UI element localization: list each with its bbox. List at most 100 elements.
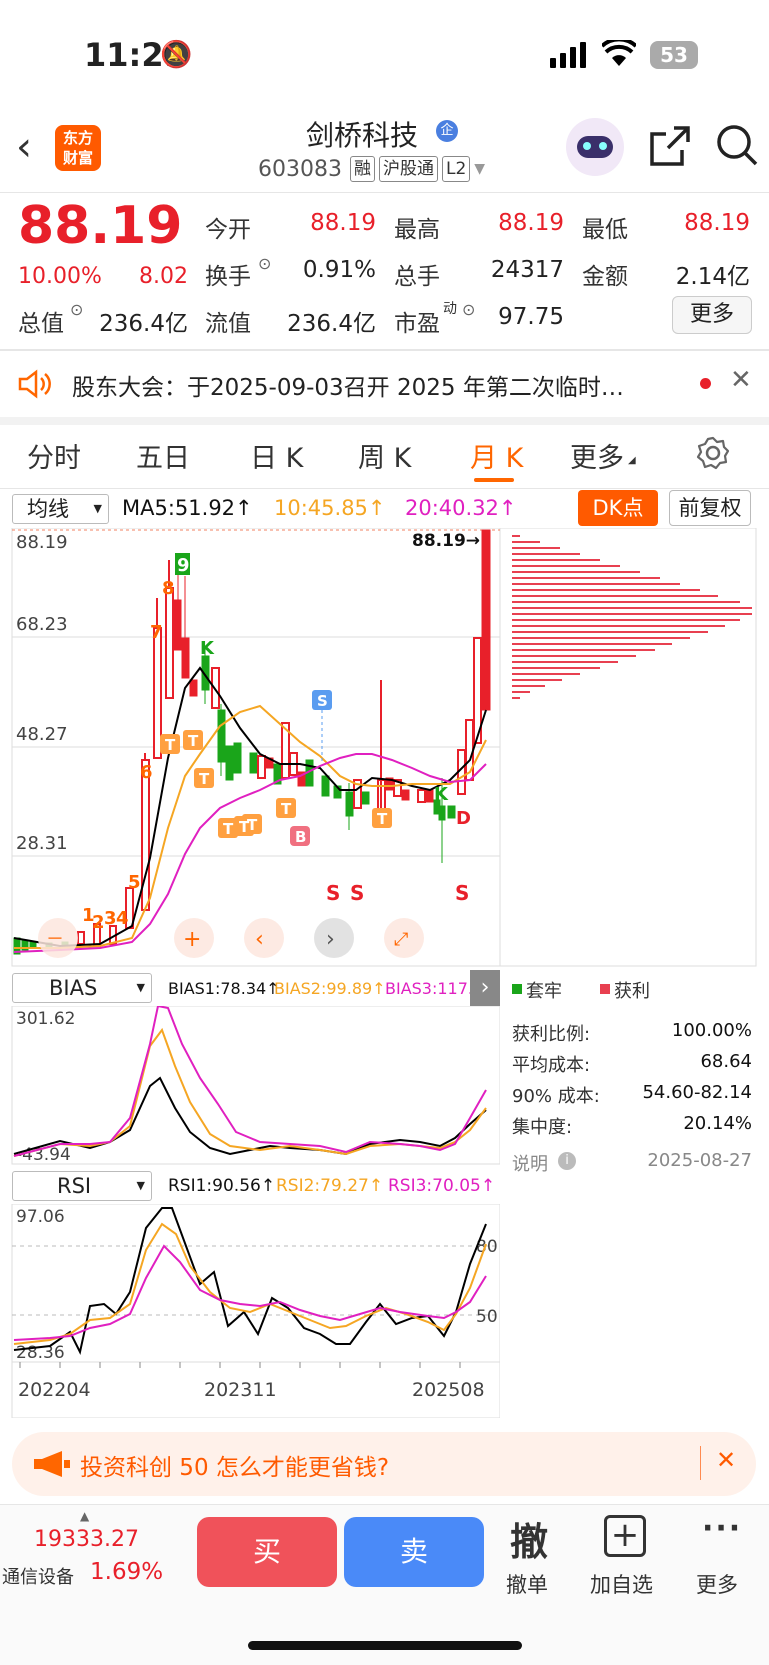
- trap-legend-swatch: [512, 984, 522, 994]
- mktcap-label: 总值: [18, 311, 64, 337]
- svg-text:‹: ‹: [255, 927, 264, 952]
- sell-button[interactable]: 卖: [344, 1517, 484, 1587]
- svg-text:K: K: [200, 638, 215, 659]
- bias-selector-label: BIAS: [49, 976, 98, 1000]
- tab-five-day[interactable]: 五日: [136, 436, 190, 475]
- last-price-tag: 88.19→: [412, 531, 480, 551]
- pe-dynamic-label: 动: [443, 301, 457, 317]
- svg-text:B: B: [295, 828, 306, 846]
- info-icon[interactable]: i: [558, 1152, 576, 1170]
- mktcap-value: 236.4亿: [99, 311, 188, 337]
- more-quote-button[interactable]: 更多: [672, 296, 752, 334]
- more-icon[interactable]: ···: [702, 1511, 742, 1546]
- bias-selector[interactable]: BIAS ▼: [12, 973, 152, 1003]
- rsi1-value: RSI1:90.56↑: [168, 1176, 276, 1196]
- index-name[interactable]: 通信设备: [2, 1563, 74, 1589]
- svg-text:T: T: [199, 770, 210, 788]
- chevron-down-icon: ▼: [136, 981, 145, 994]
- add-watchlist-label[interactable]: 加自选: [590, 1569, 653, 1599]
- svg-text:2: 2: [92, 912, 105, 933]
- chip-key-1: 获利比例:: [512, 1024, 591, 1045]
- rsi-selector[interactable]: RSI ▼: [12, 1171, 152, 1201]
- unread-dot: [700, 378, 711, 389]
- battery-level: 53: [660, 43, 688, 67]
- svg-text:S: S: [455, 881, 469, 905]
- info-icon[interactable]: ⊙: [258, 254, 271, 273]
- search-icon[interactable]: [714, 122, 760, 168]
- tag-margin: 融: [349, 156, 375, 182]
- gear-icon[interactable]: [696, 436, 730, 470]
- rsi-selector-label: RSI: [57, 1174, 92, 1198]
- bias2-value: BIAS2:99.89↑: [274, 979, 386, 998]
- chevron-down-icon: ◢: [628, 455, 636, 466]
- y-label-3: 48.27: [16, 724, 68, 745]
- svg-text:S: S: [326, 881, 340, 905]
- wifi-icon: [602, 40, 636, 66]
- index-value[interactable]: 19333.27: [34, 1527, 139, 1552]
- last-price: 88.19: [18, 196, 183, 256]
- info-icon[interactable]: ⊙: [462, 300, 475, 319]
- info-icon[interactable]: ⊙: [70, 300, 83, 319]
- svg-text:S: S: [317, 692, 328, 710]
- svg-text:T: T: [377, 810, 388, 828]
- assistant-avatar[interactable]: [566, 118, 624, 176]
- tag-l2: L2: [441, 156, 471, 182]
- svg-text:4: 4: [116, 908, 129, 929]
- close-icon[interactable]: ✕: [716, 1446, 736, 1474]
- cancel-order-icon[interactable]: 撤: [510, 1511, 548, 1566]
- share-icon[interactable]: [648, 124, 692, 168]
- index-change[interactable]: 1.69%: [90, 1559, 163, 1585]
- ma-selector-label: 均线: [27, 497, 69, 521]
- battery-icon: 53: [650, 41, 698, 69]
- pe-value: 97.75: [498, 304, 564, 330]
- chevron-down-icon[interactable]: ▼: [474, 161, 485, 177]
- close-icon[interactable]: ✕: [730, 365, 752, 395]
- megaphone-icon: [34, 1451, 70, 1477]
- svg-text:9: 9: [177, 555, 190, 576]
- tag-hk-connect: 沪股通: [378, 156, 438, 182]
- amount-value: 2.14亿: [675, 264, 750, 290]
- bias1-value: BIAS1:78.34↑: [168, 979, 280, 998]
- svg-text:S: S: [350, 881, 364, 905]
- tab-more[interactable]: 更多: [570, 436, 624, 475]
- ma-selector[interactable]: 均线 ▼: [12, 494, 109, 524]
- svg-text:7: 7: [150, 622, 163, 643]
- home-indicator[interactable]: [248, 1641, 522, 1650]
- svg-text:8: 8: [162, 578, 175, 599]
- ma10-value: 10:45.85↑: [274, 496, 386, 520]
- low-label: 最低: [582, 217, 628, 243]
- svg-text:+: +: [183, 927, 201, 952]
- tab-monthly-k[interactable]: 月 K: [470, 436, 523, 475]
- open-label: 今开: [205, 217, 251, 243]
- add-watchlist-icon[interactable]: +: [604, 1515, 646, 1557]
- promo-banner[interactable]: 投资科创 50 怎么才能更省钱? ✕: [12, 1432, 756, 1496]
- tab-daily-k[interactable]: 日 K: [250, 436, 303, 475]
- svg-text:›: ›: [326, 927, 335, 952]
- float-value: 236.4亿: [287, 311, 376, 337]
- chip-value-2: 68.64: [700, 1051, 752, 1072]
- cancel-order-label[interactable]: 撤单: [506, 1569, 548, 1599]
- svg-text:－: －: [46, 929, 64, 950]
- tab-weekly-k[interactable]: 周 K: [358, 436, 411, 475]
- rsi3-value: RSI3:70.05↑: [388, 1176, 496, 1196]
- buy-button[interactable]: 买: [197, 1517, 337, 1587]
- trap-legend: 套牢: [526, 981, 562, 1002]
- more-label[interactable]: 更多: [696, 1569, 738, 1599]
- chip-note-label[interactable]: 说明: [512, 1150, 548, 1176]
- chevron-right-icon[interactable]: ›: [470, 970, 500, 1006]
- y-label-4: 28.31: [16, 833, 68, 854]
- signal-icon: [550, 42, 586, 68]
- chip-key-2: 平均成本:: [512, 1055, 591, 1076]
- rsi-y-bottom: 28.36: [16, 1343, 65, 1363]
- chip-value-3: 54.60-82.14: [642, 1082, 752, 1103]
- stock-header: ‹ 东方 财富 剑桥科技 企 603083 融 沪股通 L2 ▼: [0, 110, 769, 192]
- tab-intraday[interactable]: 分时: [27, 436, 81, 475]
- bias-y-top: 301.62: [16, 1009, 75, 1029]
- high-label: 最高: [394, 217, 440, 243]
- back-icon[interactable]: ‹: [16, 124, 32, 170]
- dk-point-button[interactable]: DK点: [578, 490, 658, 526]
- stock-name: 剑桥科技: [306, 119, 419, 152]
- adjust-button[interactable]: 前复权: [669, 490, 751, 526]
- notice-bar[interactable]: 股东大会：于2025-09-03召开 2025 年第二次临时… ✕: [0, 351, 769, 417]
- kline-chart[interactable]: 88.19 68.23 48.27 28.31 88.19→ 9 87 65 1…: [0, 528, 769, 970]
